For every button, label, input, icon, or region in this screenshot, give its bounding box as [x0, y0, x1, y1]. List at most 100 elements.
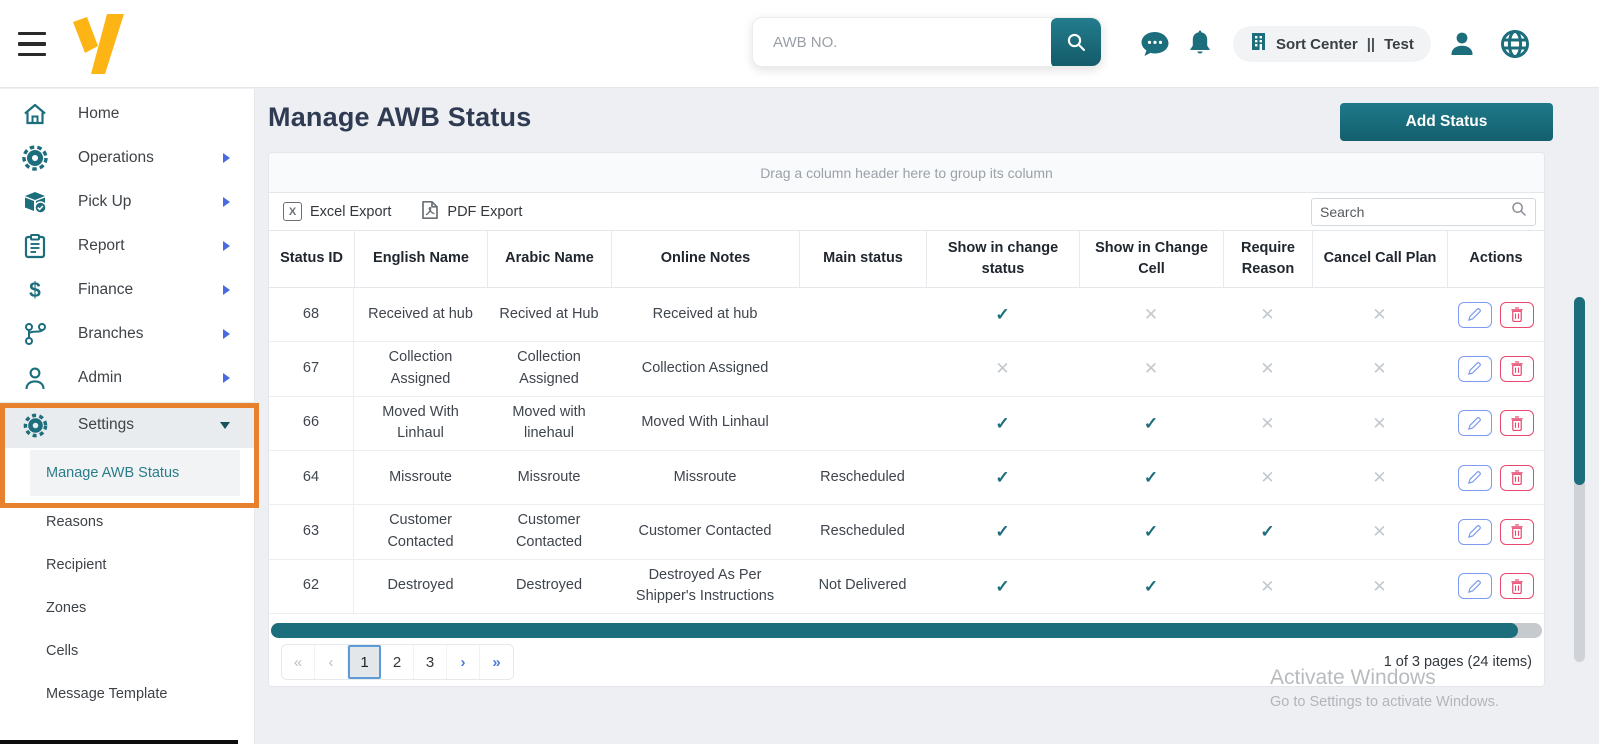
subitem-label: Manage AWB Status — [46, 465, 180, 481]
sidebar-item-admin[interactable]: Admin — [0, 356, 254, 400]
cell-main-status: Rescheduled — [820, 468, 905, 485]
chat-icon[interactable] — [1140, 31, 1171, 58]
column-header-status-id[interactable]: Status ID — [269, 231, 354, 287]
delete-button[interactable] — [1499, 410, 1534, 437]
pager-page-3-button[interactable]: 3 — [414, 645, 447, 679]
cell-english-name: Moved With Linhaul — [382, 403, 459, 442]
sidebar-item-label: Settings — [78, 416, 135, 433]
sidebar-item-report[interactable]: Report — [0, 224, 254, 268]
notifications-bell-icon[interactable] — [1187, 30, 1213, 58]
cell-status-id: 64 — [269, 451, 354, 504]
sidebar-subitem-manage-awb-status[interactable]: Manage AWB Status — [30, 450, 240, 496]
flag-require-reason: ✓ — [1260, 522, 1275, 541]
grid-search-input[interactable] — [1320, 203, 1511, 220]
pager-next-button[interactable]: › — [447, 645, 480, 679]
home-icon — [22, 103, 48, 125]
pager-page-2-button[interactable]: 2 — [381, 645, 414, 679]
flag-require-reason: ✕ — [1260, 359, 1275, 378]
pager-first-button[interactable]: « — [282, 645, 315, 679]
subitem-label: Zones — [46, 599, 87, 616]
table-row: 67 Collection Assigned Collection Assign… — [269, 342, 1544, 397]
delete-button[interactable] — [1499, 301, 1534, 328]
vertical-scrollbar[interactable] — [1574, 297, 1585, 662]
awb-no-input[interactable] — [753, 18, 1051, 66]
add-status-button[interactable]: Add Status — [1340, 103, 1553, 141]
cell-online-notes: Collection Assigned — [641, 359, 769, 376]
delete-button[interactable] — [1499, 464, 1534, 491]
topbar-right-group: Sort Center || Test — [1140, 0, 1531, 88]
cell-english-name: Missroute — [389, 468, 452, 485]
sidebar-subitem-zones[interactable]: Zones — [0, 586, 254, 629]
horizontal-scrollbar[interactable] — [271, 623, 1542, 638]
cell-arabic-name: Recived at Hub — [499, 305, 599, 322]
sidebar-item-settings[interactable]: Settings — [0, 402, 254, 448]
cell-arabic-name: Missroute — [517, 468, 581, 485]
flag-cancel-call-plan: ✕ — [1372, 304, 1387, 324]
column-header-cancel-call-plan[interactable]: Cancel Call Plan — [1312, 231, 1447, 287]
awb-search-button[interactable] — [1051, 18, 1101, 66]
sidebar-subitem-cells[interactable]: Cells — [0, 629, 254, 672]
edit-button[interactable] — [1457, 301, 1492, 328]
admin-icon — [22, 366, 48, 390]
subitem-label: Reasons — [46, 513, 104, 530]
column-header-actions[interactable]: Actions — [1447, 231, 1544, 287]
pager-prev-button[interactable]: ‹ — [315, 645, 348, 679]
flag-require-reason: ✕ — [1260, 413, 1275, 433]
table-row: 66 Moved With Linhaul Moved with linehau… — [269, 396, 1544, 451]
edit-button[interactable] — [1457, 573, 1492, 600]
cell-main-status: Rescheduled — [820, 522, 905, 539]
watermark-line2: Go to Settings to activate Windows. — [1270, 694, 1499, 710]
sidebar-item-label: Branches — [78, 325, 144, 342]
cell-actions — [1447, 288, 1544, 341]
edit-button[interactable] — [1457, 518, 1492, 545]
column-header-require-reason[interactable]: Require Reason — [1223, 231, 1312, 287]
edit-button[interactable] — [1457, 410, 1492, 437]
user-profile-icon[interactable] — [1447, 29, 1477, 59]
sidebar-subitem-recipient[interactable]: Recipient — [0, 543, 254, 586]
sidebar-item-label: Report — [78, 237, 125, 254]
vertical-scrollbar-thumb[interactable] — [1574, 297, 1585, 485]
horizontal-scrollbar-thumb[interactable] — [271, 623, 1518, 638]
flag-show-in-change-cell: ✓ — [1143, 467, 1159, 487]
delete-button[interactable] — [1499, 518, 1534, 545]
pdf-export-button[interactable]: PDF Export — [421, 200, 522, 224]
facility-badge[interactable]: Sort Center || Test — [1233, 26, 1431, 62]
cell-status-id: 66 — [269, 396, 354, 450]
sidebar-item-label: Operations — [78, 149, 154, 166]
hamburger-menu-icon[interactable] — [18, 32, 46, 56]
column-header-show-in-change-status[interactable]: Show in change status — [926, 231, 1079, 287]
column-header-show-in-change-cell[interactable]: Show in Change Cell — [1079, 231, 1223, 287]
column-header-main-status[interactable]: Main status — [799, 231, 926, 287]
delete-button[interactable] — [1499, 573, 1534, 600]
flag-show-in-change-status: ✓ — [995, 413, 1010, 433]
cell-online-notes: Customer Contacted — [638, 522, 772, 539]
pdf-export-label: PDF Export — [447, 203, 523, 220]
table-row: 64 Missroute Missroute Missroute Resched… — [269, 451, 1544, 505]
pager-last-button[interactable]: » — [480, 645, 513, 679]
table-row: 68 Received at hub Recived at Hub Receiv… — [269, 288, 1544, 342]
pager-page-1-button[interactable]: 1 — [348, 645, 381, 679]
cell-main-status — [799, 397, 926, 451]
excel-export-button[interactable]: X Excel Export — [283, 202, 391, 221]
sidebar-item-branches[interactable]: Branches — [0, 312, 254, 356]
sidebar-subitem-reasons[interactable]: Reasons — [0, 500, 254, 543]
company-logo-v[interactable] — [70, 12, 130, 81]
grid-search-box — [1311, 197, 1536, 226]
sidebar-item-finance[interactable]: $ Finance — [0, 268, 254, 312]
column-header-english-name[interactable]: English Name — [354, 231, 487, 287]
column-header-arabic-name[interactable]: Arabic Name — [487, 231, 611, 287]
edit-button[interactable] — [1457, 355, 1492, 382]
cell-english-name: Collection Assigned — [388, 349, 453, 387]
sidebar-subitem-message-template[interactable]: Message Template — [0, 672, 254, 715]
language-globe-icon[interactable] — [1499, 28, 1531, 60]
cell-english-name: Customer Contacted — [387, 512, 454, 550]
sidebar-item-operations[interactable]: Operations — [0, 136, 254, 180]
column-header-online-notes[interactable]: Online Notes — [611, 231, 799, 287]
group-by-drop-zone[interactable]: Drag a column header here to group its c… — [269, 153, 1544, 193]
edit-button[interactable] — [1457, 464, 1492, 491]
flag-show-in-change-status: ✓ — [995, 467, 1010, 487]
sidebar-item-home[interactable]: Home — [0, 92, 254, 136]
delete-button[interactable] — [1499, 355, 1534, 382]
search-icon — [1511, 201, 1527, 222]
sidebar-item-pickup[interactable]: Pick Up — [0, 180, 254, 224]
